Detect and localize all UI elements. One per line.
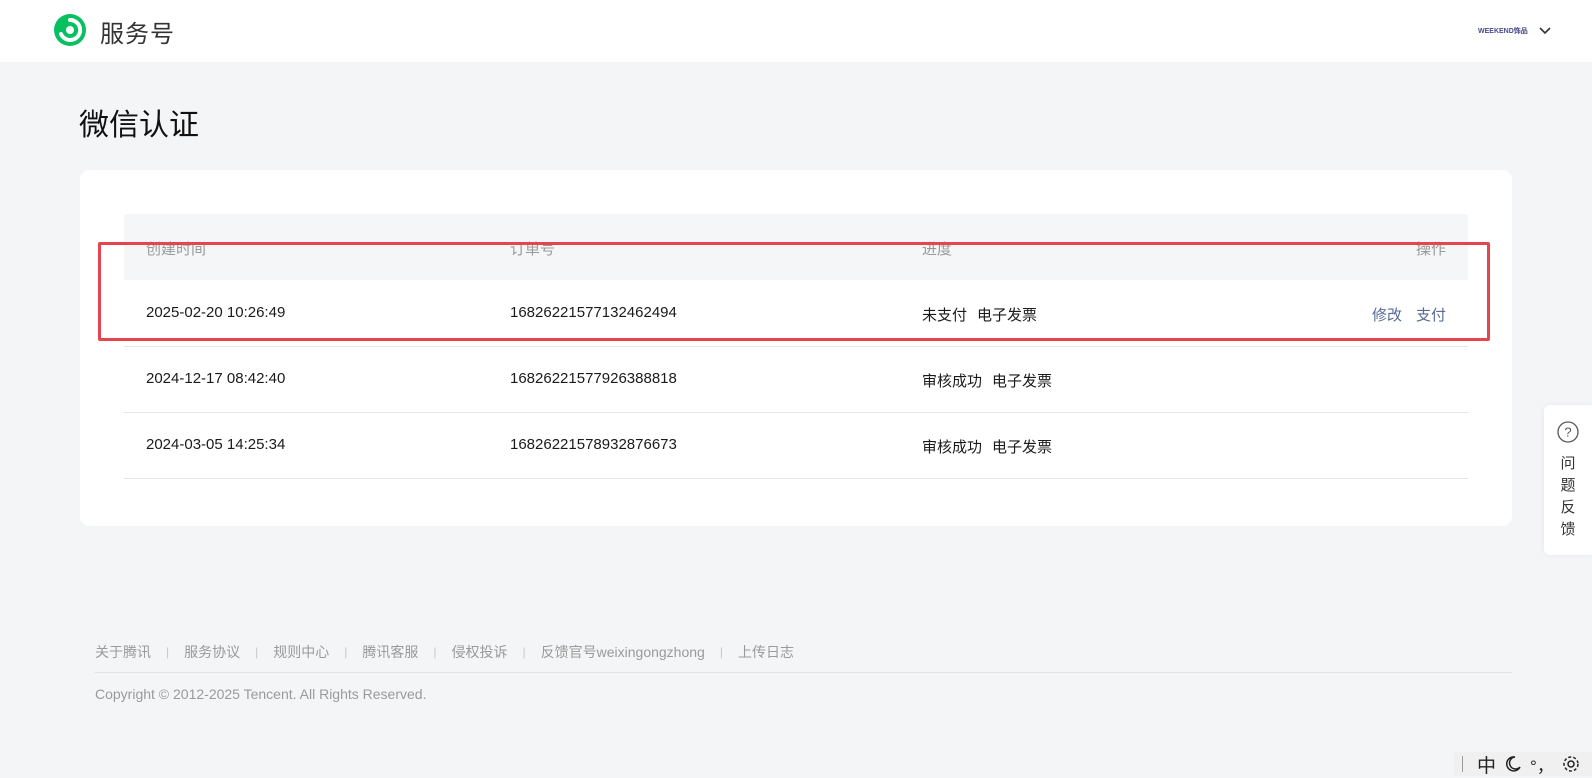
punctuation-toggle[interactable]: °， bbox=[1530, 752, 1554, 777]
progress: 审核成功 电子发票 bbox=[922, 436, 1052, 457]
footer-link-feedback-account[interactable]: 反馈官号weixingongzhong bbox=[541, 642, 705, 662]
brand-title: 服务号 bbox=[100, 21, 175, 48]
account-name: WEEKEND饰品 bbox=[1478, 28, 1528, 35]
certification-card: 创建时间 订单号 进度 操作 2025-02-20 10:26:49 16826… bbox=[80, 170, 1512, 526]
invoice-type: 电子发票 bbox=[992, 439, 1053, 456]
footer-separator: | bbox=[166, 645, 170, 659]
status-text: 审核成功 bbox=[922, 439, 983, 456]
feedback-label: 问题反馈 bbox=[1560, 455, 1576, 538]
order-number: 16826221577926388818 bbox=[510, 370, 677, 387]
footer-links: 关于腾讯 | 服务协议 | 规则中心 | 腾讯客服 | 侵权投诉 | 反馈官号weixin… bbox=[95, 642, 794, 662]
created-time: 2024-12-17 08:42:40 bbox=[146, 370, 286, 387]
footer-separator: | bbox=[255, 645, 259, 659]
footer-link-upload-log[interactable]: 上传日志 bbox=[738, 642, 794, 662]
feedback-button[interactable]: ? 问题反馈 bbox=[1544, 405, 1592, 555]
footer-separator: | bbox=[433, 645, 437, 659]
svg-text:?: ? bbox=[1564, 425, 1571, 440]
copyright: Copyright © 2012-2025 Tencent. All Right… bbox=[95, 686, 427, 702]
footer-link-about[interactable]: 关于腾讯 bbox=[95, 642, 151, 662]
moon-icon[interactable] bbox=[1504, 755, 1522, 773]
created-time: 2024-03-05 14:25:34 bbox=[146, 436, 286, 453]
footer-separator: | bbox=[719, 645, 723, 659]
account-menu[interactable]: WEEKEND饰品 bbox=[1478, 24, 1552, 38]
footer-divider bbox=[95, 672, 1512, 673]
table-row: 2024-12-17 08:42:40 16826221577926388818… bbox=[124, 346, 1468, 413]
footer-link-rules[interactable]: 规则中心 bbox=[273, 642, 329, 662]
top-bar: 服务号 WEEKEND饰品 bbox=[0, 0, 1592, 62]
footer-separator: | bbox=[522, 645, 526, 659]
progress: 审核成功 电子发票 bbox=[922, 370, 1052, 391]
question-icon: ? bbox=[1557, 421, 1579, 443]
ime-handle[interactable] bbox=[1462, 756, 1463, 772]
ime-toolbar: 中 °， bbox=[1454, 751, 1592, 778]
status-text: 审核成功 bbox=[922, 373, 983, 390]
invoice-type: 电子发票 bbox=[992, 373, 1053, 390]
chevron-down-icon[interactable] bbox=[1538, 24, 1552, 38]
gear-icon[interactable] bbox=[1562, 755, 1580, 773]
table-row: 2024-03-05 14:25:34 16826221578932876673… bbox=[124, 412, 1468, 479]
footer-link-agreement[interactable]: 服务协议 bbox=[184, 642, 240, 662]
wechat-service-logo[interactable] bbox=[52, 12, 88, 48]
ime-mode-toggle[interactable]: 中 bbox=[1477, 751, 1496, 778]
footer-link-complaint[interactable]: 侵权投诉 bbox=[452, 642, 508, 662]
order-number: 16826221578932876673 bbox=[510, 436, 677, 453]
page-title: 微信认证 bbox=[79, 109, 199, 142]
highlight-box bbox=[98, 242, 1490, 341]
footer-separator: | bbox=[344, 645, 348, 659]
footer-link-support[interactable]: 腾讯客服 bbox=[362, 642, 418, 662]
